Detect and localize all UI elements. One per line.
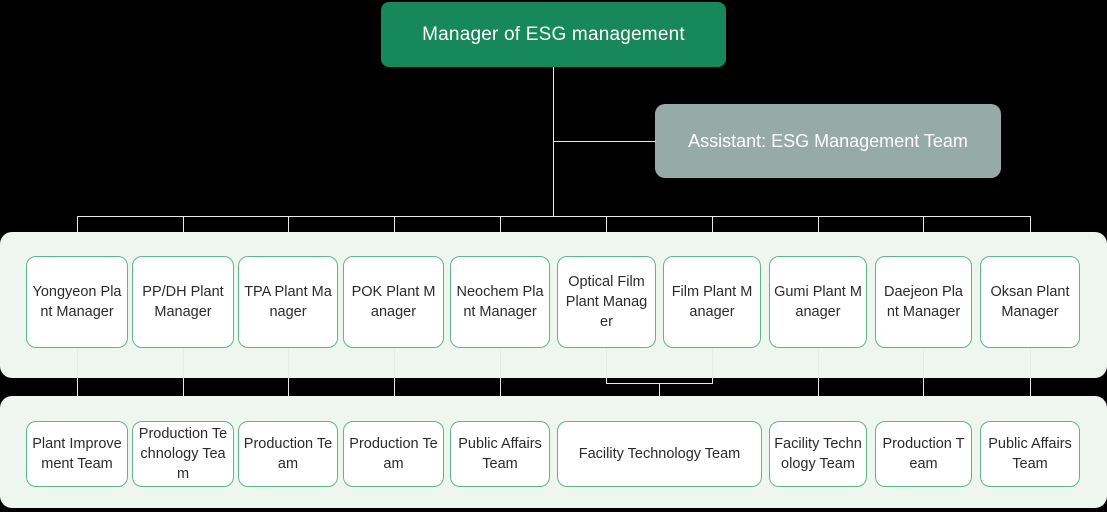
- plant-manager-node-4[interactable]: POK Plant Manager: [343, 256, 444, 348]
- plant-manager-label-4: POK Plant Manager: [351, 284, 436, 320]
- team-label-5: Public Affairs Team: [458, 436, 542, 472]
- plant-manager-label-3: TPA Plant Manager: [244, 284, 332, 320]
- connector-plant-to-bracket-7: [712, 348, 713, 383]
- connector-plant-to-bracket-6: [606, 348, 607, 383]
- plant-manager-node-7[interactable]: Film Plant Manager: [663, 256, 761, 348]
- plant-manager-node-9[interactable]: Daejeon Plant Manager: [875, 256, 972, 348]
- team-node-6[interactable]: Facility Technology Team: [557, 421, 762, 487]
- root-node-esg-manager[interactable]: Manager of ESG management: [381, 2, 726, 67]
- plant-manager-node-5[interactable]: Neochem Plant Manager: [450, 256, 550, 348]
- assistant-node-label: Assistant: ESG Management Team: [688, 130, 968, 151]
- connector-root-to-assistant: [553, 141, 656, 142]
- team-label-4: Production Team: [349, 436, 438, 472]
- team-label-1: Plant Improvement Team: [32, 436, 122, 472]
- plant-manager-node-2[interactable]: PP/DH Plant Manager: [132, 256, 234, 348]
- plant-manager-node-3[interactable]: TPA Plant Manager: [238, 256, 338, 348]
- plant-manager-node-6[interactable]: Optical Film Plant Manager: [557, 256, 656, 348]
- team-node-4[interactable]: Production Team: [343, 421, 444, 487]
- root-node-label: Manager of ESG management: [422, 23, 685, 45]
- plant-manager-node-10[interactable]: Oksan Plant Manager: [980, 256, 1080, 348]
- team-node-7[interactable]: Facility Technology Team: [769, 421, 867, 487]
- assistant-node-esg-management-team[interactable]: Assistant: ESG Management Team: [655, 104, 1001, 178]
- team-label-6: Facility Technology Team: [578, 446, 741, 462]
- team-label-3: Production Team: [243, 436, 333, 472]
- plant-manager-label-8: Gumi Plant Manager: [774, 284, 862, 320]
- org-chart: Manager of ESG management Assistant: ESG…: [0, 0, 1107, 512]
- team-label-8: Production Team: [882, 436, 965, 472]
- team-node-2[interactable]: Production Technology Team: [132, 421, 234, 487]
- team-label-9: Public Affairs Team: [988, 436, 1072, 472]
- team-node-8[interactable]: Production Team: [875, 421, 972, 487]
- plant-manager-label-6: Optical Film Plant Manager: [565, 274, 648, 330]
- team-label-2: Production Technology Team: [138, 426, 228, 482]
- plant-manager-label-9: Daejeon Plant Manager: [884, 284, 963, 320]
- team-node-1[interactable]: Plant Improvement Team: [26, 421, 128, 487]
- plant-manager-label-5: Neochem Plant Manager: [456, 284, 544, 320]
- team-label-7: Facility Technology Team: [774, 436, 862, 472]
- plant-manager-label-10: Oksan Plant Manager: [990, 284, 1070, 320]
- team-node-3[interactable]: Production Team: [238, 421, 338, 487]
- plant-manager-label-7: Film Plant Manager: [671, 284, 753, 320]
- team-node-5[interactable]: Public Affairs Team: [450, 421, 550, 487]
- plant-manager-label-2: PP/DH Plant Manager: [142, 284, 224, 320]
- plant-manager-label-1: Yongyeon Plant Manager: [32, 284, 122, 320]
- team-node-9[interactable]: Public Affairs Team: [980, 421, 1080, 487]
- plant-manager-node-1[interactable]: Yongyeon Plant Manager: [26, 256, 128, 348]
- plant-manager-node-8[interactable]: Gumi Plant Manager: [769, 256, 867, 348]
- connector-plant-bus: [77, 216, 1031, 217]
